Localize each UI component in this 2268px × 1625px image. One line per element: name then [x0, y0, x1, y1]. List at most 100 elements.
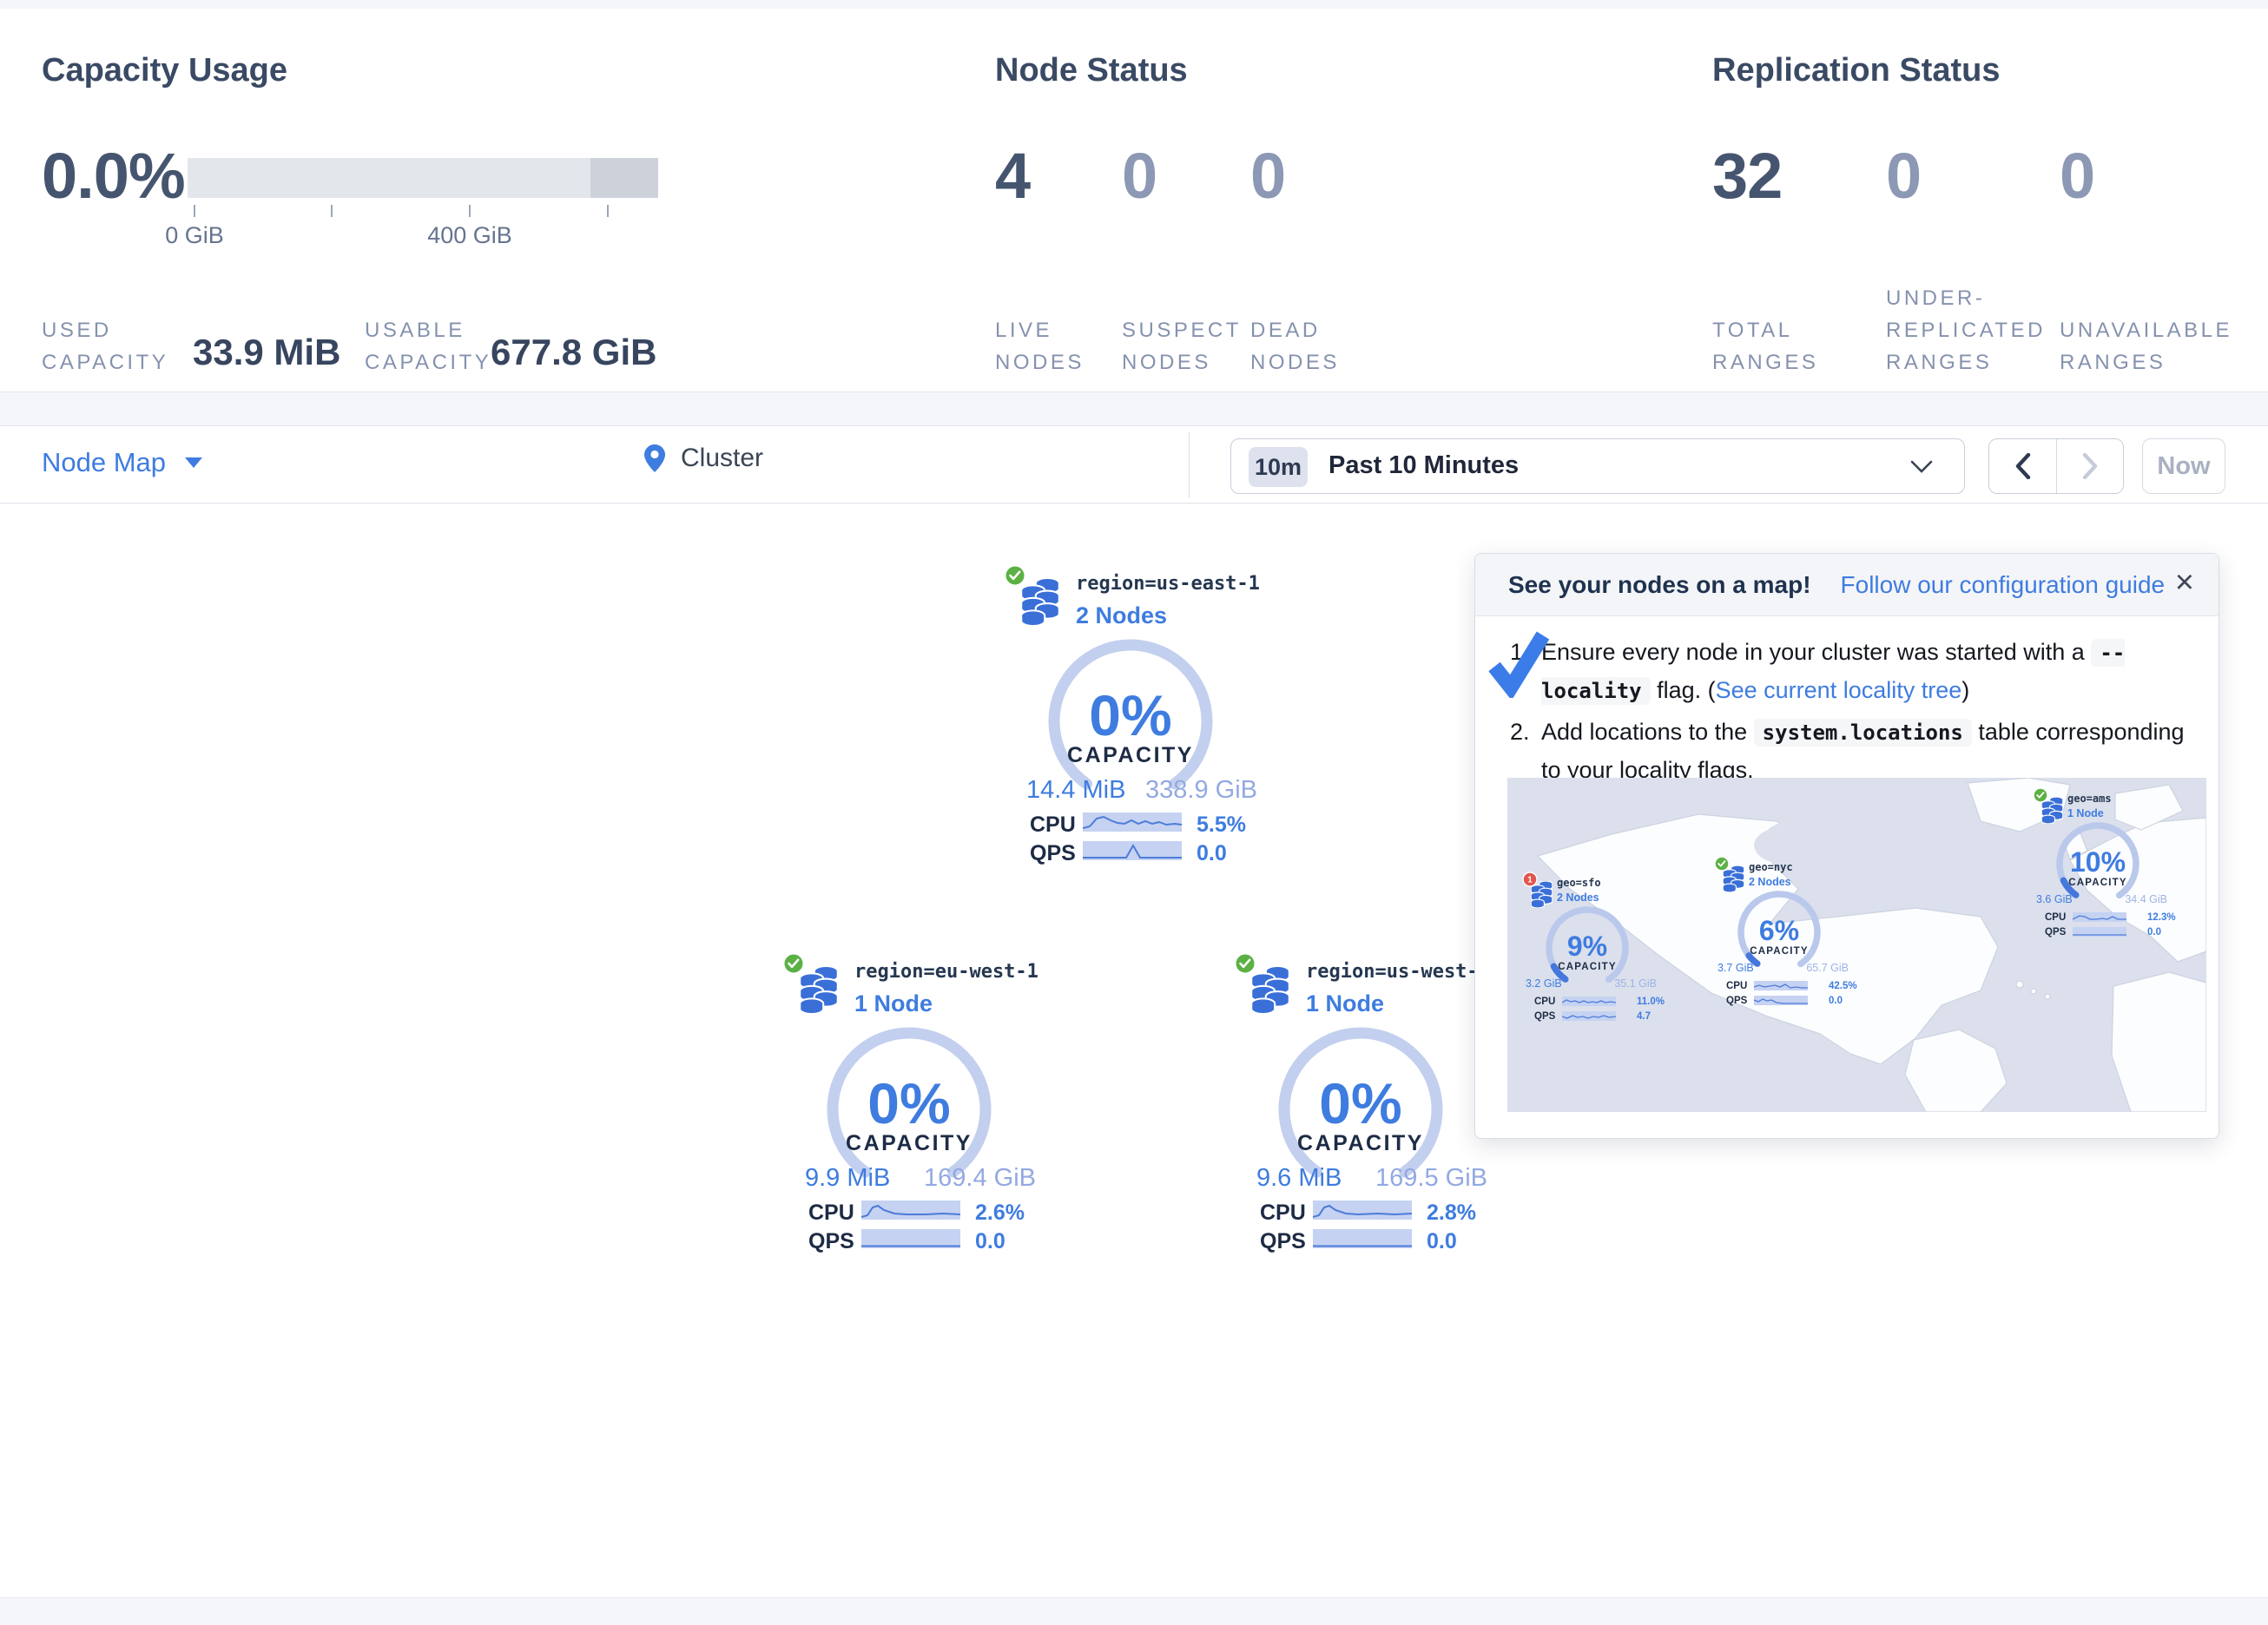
- used-value: 3.7 GiB: [1717, 962, 1754, 974]
- capacity-usage-title: Capacity Usage: [42, 52, 287, 89]
- used-capacity-value: 33.9 MiB: [193, 332, 340, 373]
- region-name: region=us-west-1: [1306, 961, 1490, 983]
- axis-tick: [607, 205, 609, 217]
- cpu-label: CPU: [2045, 912, 2066, 923]
- capacity-percent: 0%: [814, 1070, 1005, 1136]
- total-value: 65.7 GiB: [1783, 962, 1849, 974]
- cpu-metric-row: CPU 5.5%: [1030, 812, 1256, 833]
- cpu-sparkline: [1313, 1201, 1412, 1221]
- cpu-label: CPU: [808, 1201, 854, 1226]
- region-nodes-link[interactable]: 2 Nodes: [1076, 602, 1167, 629]
- cpu-label: CPU: [1260, 1201, 1306, 1226]
- capacity-label: CAPACITY: [1539, 962, 1635, 972]
- cpu-value: 5.5%: [1197, 812, 1246, 838]
- usable-capacity-value: 677.8 GiB: [491, 332, 656, 373]
- region-card-eu-west-1[interactable]: region=eu-west-1 1 Node 0% CAPACITY 9.9 …: [777, 951, 1039, 1256]
- axis-tick: [469, 205, 471, 217]
- qps-label: QPS: [808, 1229, 854, 1254]
- total-value: 169.5 GiB: [1359, 1164, 1487, 1193]
- qps-sparkline: [861, 1229, 960, 1250]
- unavailable-count: 0: [2060, 139, 2094, 213]
- qps-metric-row: QPS 4.7: [1534, 1011, 1660, 1032]
- qps-value: 0.0: [1197, 841, 1227, 866]
- used-value: 3.6 GiB: [2036, 893, 2073, 905]
- cpu-sparkline: [861, 1201, 960, 1221]
- suspect-nodes-count: 0: [1122, 139, 1157, 213]
- region-nodes-link[interactable]: 1 Node: [854, 990, 933, 1017]
- map-node-geo-sfo: geo=sfo 2 Nodes 9% CAPACITY 3.2 GiB 35.1…: [1522, 870, 1661, 1028]
- world-map-preview: geo=sfo 2 Nodes 9% CAPACITY 3.2 GiB 35.1…: [1507, 778, 2206, 1112]
- qps-metric-row: QPS 0.0: [2045, 927, 2171, 948]
- qps-sparkline: [1562, 1011, 1616, 1022]
- step-text: Add locations to the: [1541, 719, 1754, 745]
- node-map-page: Capacity Usage 0.0% 0 GiB 400 GiB USED C…: [0, 0, 2268, 1625]
- used-value: 9.6 MiB: [1256, 1164, 1342, 1193]
- locality-name: geo=ams: [2067, 793, 2112, 805]
- replication-status-title: Replication Status: [1712, 52, 2001, 89]
- capacity-label: CAPACITY: [1035, 743, 1226, 768]
- cluster-summary-bar: Capacity Usage 0.0% 0 GiB 400 GiB USED C…: [0, 9, 2268, 392]
- view-selector-dropdown[interactable]: Node Map: [42, 447, 202, 478]
- time-next-button[interactable]: [2056, 439, 2123, 493]
- step-number: 2.: [1510, 714, 1530, 751]
- cpu-sparkline: [1083, 812, 1182, 833]
- region-nodes-link[interactable]: 1 Node: [1306, 990, 1384, 1017]
- cpu-value: 12.3%: [2147, 912, 2176, 923]
- cpu-sparkline: [1562, 997, 1616, 1007]
- axis-tick: [331, 205, 333, 217]
- breadcrumb[interactable]: Cluster: [644, 444, 763, 473]
- cpu-value: 2.6%: [975, 1201, 1025, 1226]
- region-card-us-west-1[interactable]: region=us-west-1 1 Node 0% CAPACITY 9.6 …: [1229, 951, 1491, 1256]
- time-range-label: Past 10 Minutes: [1328, 451, 1519, 480]
- qps-metric-row: QPS 0.0: [1260, 1229, 1486, 1250]
- locality-nodes: 2 Nodes: [1557, 891, 1599, 904]
- under-replicated-count: 0: [1886, 139, 1921, 213]
- locality-name: geo=nyc: [1749, 861, 1793, 873]
- capacity-reserved-segment: [590, 158, 658, 198]
- capacity-percent: 10%: [2050, 846, 2146, 878]
- nodes-db-icon: [1251, 966, 1289, 1014]
- setup-steps: 1. Ensure every node in your cluster was…: [1510, 634, 2192, 793]
- used-value: 14.4 MiB: [1026, 776, 1125, 805]
- time-prev-button[interactable]: [1989, 439, 2056, 493]
- axis-tick-label-0: 0 GiB: [125, 222, 264, 249]
- setup-step-1: 1. Ensure every node in your cluster was…: [1510, 634, 2192, 710]
- cpu-metric-row: CPU 2.6%: [808, 1201, 1034, 1221]
- used-value: 3.2 GiB: [1526, 977, 1562, 990]
- live-nodes-count: 4: [995, 139, 1030, 213]
- capacity-usage-percent: 0.0%: [42, 139, 185, 213]
- map-node-geo-nyc: geo=nyc 2 Nodes 6% CAPACITY 3.7 GiB 65.7…: [1714, 854, 1853, 1012]
- step-text: Ensure every node in your cluster was st…: [1541, 639, 2091, 665]
- cpu-metric-row: CPU 2.8%: [1260, 1201, 1486, 1221]
- locality-nodes: 1 Node: [2067, 807, 2104, 819]
- locality-tree-link[interactable]: See current locality tree: [1716, 677, 1962, 703]
- region-name: region=us-east-1: [1076, 573, 1260, 595]
- cpu-value: 11.0%: [1637, 997, 1665, 1007]
- toolbar-divider: [1189, 432, 1190, 498]
- capacity-percent: 6%: [1731, 915, 1827, 947]
- qps-label: QPS: [2045, 927, 2066, 938]
- capacity-label: CAPACITY: [2050, 878, 2146, 888]
- used-value: 9.9 MiB: [805, 1164, 890, 1193]
- used-capacity-label: USED CAPACITY: [42, 314, 202, 378]
- capacity-usage-bar: [188, 158, 658, 198]
- configuration-guide-link[interactable]: Follow our configuration guide: [1841, 571, 2166, 599]
- dead-nodes-label: DEAD NODES: [1250, 314, 1363, 378]
- qps-metric-row: QPS 0.0: [808, 1229, 1034, 1250]
- qps-sparkline: [1083, 841, 1182, 862]
- capacity-label: CAPACITY: [1265, 1131, 1456, 1156]
- qps-metric-row: QPS 0.0: [1030, 841, 1256, 862]
- nodes-db-icon: [1021, 578, 1059, 626]
- total-value: 34.4 GiB: [2102, 893, 2167, 905]
- view-selector-label: Node Map: [42, 447, 166, 478]
- time-range-selector[interactable]: 10m Past 10 Minutes: [1230, 438, 1965, 494]
- region-card-us-east-1[interactable]: region=us-east-1 2 Nodes 0% CAPACITY 14.…: [999, 562, 1261, 868]
- total-value: 169.4 GiB: [907, 1164, 1036, 1193]
- qps-value: 0.0: [975, 1229, 1005, 1254]
- capacity-percent: 0%: [1035, 682, 1226, 748]
- step-text: ): [1961, 677, 1969, 703]
- now-button[interactable]: Now: [2142, 438, 2225, 494]
- close-icon[interactable]: ×: [2175, 566, 2194, 599]
- region-name: region=eu-west-1: [854, 961, 1038, 983]
- footer-strip: [0, 1597, 2268, 1625]
